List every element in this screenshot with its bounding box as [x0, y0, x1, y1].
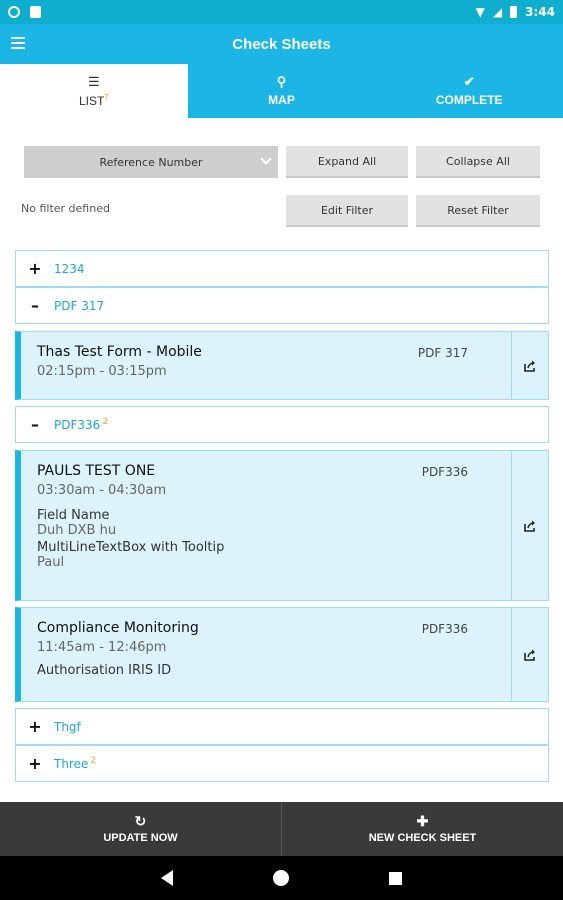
tab-map-label: MAP: [268, 93, 295, 107]
recents-icon[interactable]: [389, 871, 402, 885]
expand-all-button[interactable]: Expand All: [286, 146, 408, 178]
tab-map[interactable]: ⚲ MAP: [188, 64, 376, 118]
update-now-button[interactable]: ↻ UPDATE NOW: [0, 802, 281, 856]
sd-card-icon: [30, 6, 41, 18]
field-value: Paul: [37, 555, 65, 570]
check-icon: ✔: [463, 74, 475, 89]
back-icon[interactable]: [161, 870, 173, 886]
plus-icon: ✚: [416, 813, 429, 829]
field-name: Field Name: [37, 508, 110, 523]
share-button[interactable]: [511, 451, 548, 600]
signal-icon: ◢: [492, 5, 503, 19]
field-value: Duh DXB hu: [37, 523, 117, 538]
card-time: 11:45am - 12:46pm: [37, 640, 167, 655]
home-icon[interactable]: [273, 870, 289, 886]
group-header[interactable]: + Three 2: [15, 745, 549, 782]
group-label: PDF 317: [54, 298, 105, 313]
chevron-down-icon: [260, 153, 272, 165]
refresh-icon: ↻: [134, 813, 147, 829]
expand-icon: +: [28, 717, 42, 736]
check-sheet-card[interactable]: PAULS TEST ONE 03:30am - 04:30am Field N…: [15, 450, 549, 601]
share-icon: [524, 649, 535, 661]
card-time: 03:30am - 04:30am: [37, 483, 167, 498]
card-reference: PDF 317: [417, 346, 468, 360]
collapse-all-button[interactable]: Collapse All: [416, 146, 540, 178]
tab-list-label: LIST: [78, 93, 105, 108]
group-badge: 2: [90, 756, 97, 766]
new-check-sheet-button[interactable]: ✚ NEW CHECK SHEET: [281, 802, 563, 856]
collapse-icon: –: [31, 415, 39, 434]
filter-status: No filter defined: [21, 202, 110, 215]
map-pin-icon: ⚲: [276, 74, 287, 89]
system-nav-bar: [0, 856, 563, 900]
share-icon: [524, 520, 535, 532]
update-now-label: UPDATE NOW: [103, 832, 178, 844]
field-name: Authorisation IRIS ID: [37, 663, 172, 678]
field-name: MultiLineTextBox with Tooltip: [37, 540, 225, 555]
group-label: Thgf: [54, 719, 81, 734]
sort-select[interactable]: Reference Number: [24, 146, 278, 178]
status-time: 3:44: [525, 5, 555, 19]
check-sheet-card[interactable]: Compliance Monitoring 11:45am - 12:46pm …: [15, 607, 549, 702]
tab-list[interactable]: ☰ LIST7: [0, 64, 188, 118]
group-header[interactable]: – PDF 317: [15, 287, 549, 324]
group-header[interactable]: + 1234: [15, 250, 549, 287]
tab-list-badge: 7: [104, 92, 109, 102]
tab-complete[interactable]: ✔ COMPLETE: [375, 64, 563, 118]
collapse-icon: –: [31, 296, 39, 315]
group-header[interactable]: + Thgf: [15, 708, 549, 745]
share-button[interactable]: [511, 608, 548, 701]
group-label: PDF336: [54, 418, 101, 432]
group-label: Three: [54, 757, 89, 771]
app-bar: Check Sheets: [0, 24, 563, 64]
tab-complete-label: COMPLETE: [435, 93, 503, 107]
card-time: 02:15pm - 03:15pm: [37, 364, 167, 379]
check-sheet-card[interactable]: Thas Test Form - Mobile 02:15pm - 03:15p…: [15, 331, 549, 400]
group-label: 1234: [54, 261, 85, 276]
new-check-sheet-label: NEW CHECK SHEET: [368, 832, 477, 844]
notification-icon: [8, 6, 20, 18]
tab-bar: ☰ LIST7 ⚲ MAP ✔ COMPLETE: [0, 64, 563, 118]
expand-icon: +: [28, 259, 42, 278]
list-icon: ☰: [88, 73, 100, 89]
menu-icon[interactable]: [11, 37, 25, 49]
page-title: Check Sheets: [232, 35, 331, 53]
edit-filter-button[interactable]: Edit Filter: [286, 195, 408, 227]
card-reference: PDF336: [421, 465, 468, 479]
card-reference: PDF336: [421, 622, 468, 636]
reset-filter-button[interactable]: Reset Filter: [416, 195, 540, 227]
battery-icon: [510, 6, 518, 18]
expand-icon: +: [28, 754, 42, 773]
status-bar: ▼ ◢ 3:44: [0, 0, 563, 24]
wifi-icon: ▼: [475, 5, 485, 19]
share-button[interactable]: [511, 332, 548, 399]
sort-select-value: Reference Number: [99, 155, 203, 169]
share-icon: [524, 360, 535, 372]
group-badge: 2: [102, 417, 109, 427]
bottom-action-bar: ↻ UPDATE NOW ✚ NEW CHECK SHEET: [0, 802, 563, 856]
group-header[interactable]: – PDF336 2: [15, 406, 549, 443]
